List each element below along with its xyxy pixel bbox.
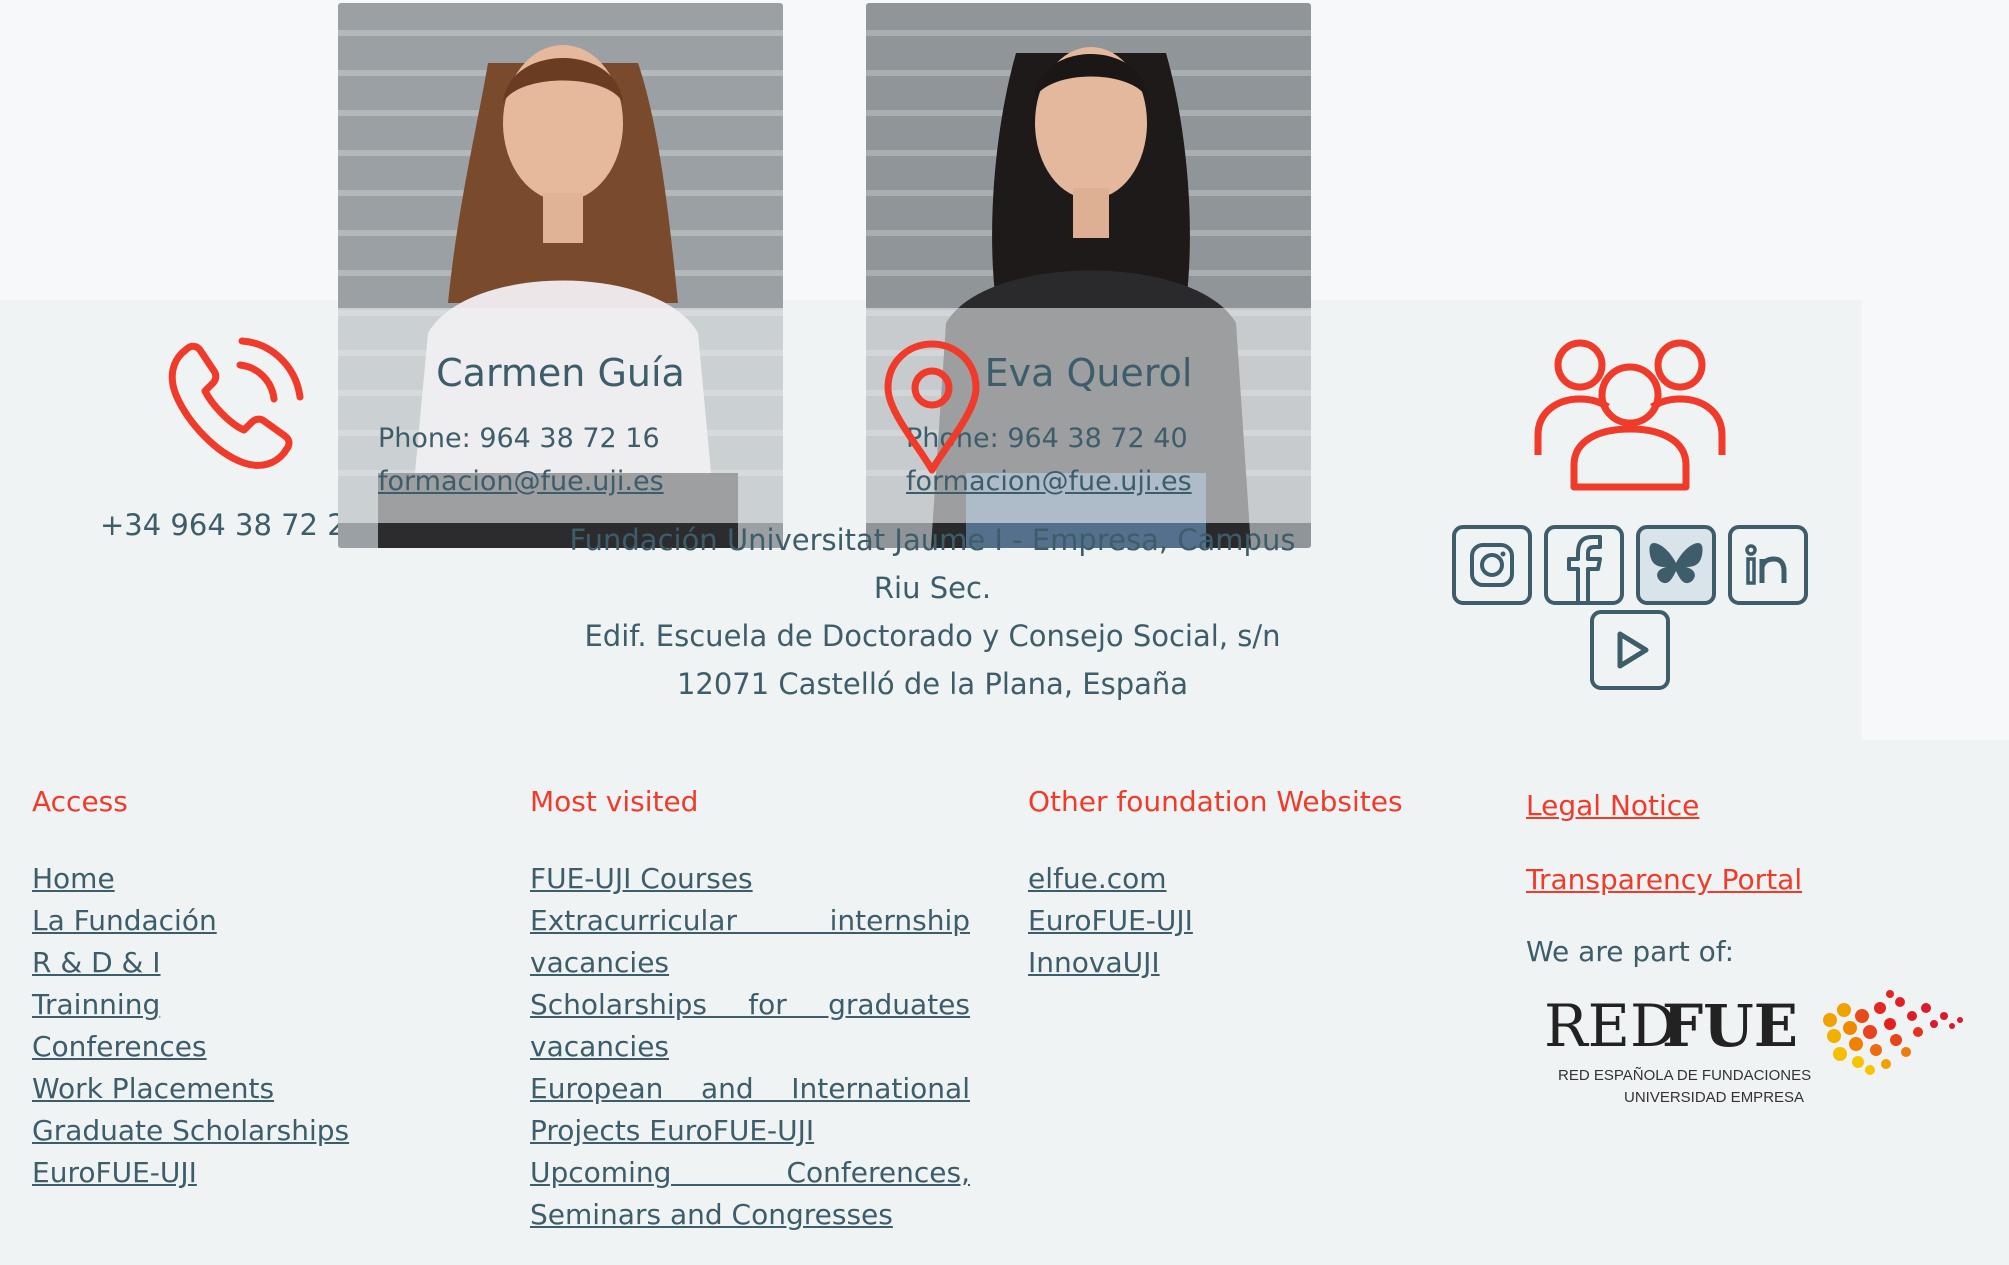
column-title: Other foundation Websites (1028, 785, 1403, 818)
phone-icon (168, 337, 304, 469)
footer-link-upcoming-conferences[interactable]: Upcoming Conferences, Seminars and Congr… (530, 1152, 970, 1236)
facebook-icon (1567, 535, 1602, 601)
footer-link-trainning[interactable]: Trainning (32, 984, 472, 1026)
footer-legal-column: Legal Notice Transparency Portal We are … (1526, 785, 1966, 988)
address-line: Edif. Escuela de Doctorado y Consejo Soc… (584, 619, 1281, 653)
footer-link-eurofue[interactable]: EuroFUE-UJI (1028, 900, 1468, 942)
address-line: Riu Sec. (873, 571, 992, 605)
contact-phone: Phone: 964 38 72 16 (378, 423, 660, 454)
contact-card: Carmen Guía Phone: 964 38 72 16 formacio… (338, 3, 783, 548)
people-group-icon (1534, 339, 1726, 491)
redfue-logo-link[interactable]: RED FUE RED ESPAÑOLA DE FUNDACIONES UNIV… (1540, 980, 1965, 1110)
bluesky-link[interactable] (1636, 525, 1716, 605)
legal-notice-link[interactable]: Legal Notice (1526, 785, 1966, 827)
youtube-link[interactable] (1590, 610, 1670, 690)
contact-email-link[interactable]: formacion@fue.uji.es (378, 466, 664, 497)
facebook-link[interactable] (1544, 525, 1624, 605)
footer-link-elfue[interactable]: elfue.com (1028, 858, 1468, 900)
redfue-subtitle-2: UNIVERSIDAD EMPRESA (1624, 1089, 1804, 1106)
footer-link-la-fundacion[interactable]: La Fundación (32, 900, 472, 942)
map-pin-icon (884, 340, 980, 474)
redfue-brand-b: FUE (1662, 992, 1798, 1060)
linkedin-link[interactable] (1728, 525, 1808, 605)
footer-link-internship-vacancies[interactable]: Extracurricular internship vacancies (530, 900, 970, 984)
instagram-link[interactable] (1452, 525, 1532, 605)
side-background (1862, 300, 2009, 740)
footer-link-rdi[interactable]: R & D & I (32, 942, 472, 984)
footer-link-eurofue-uji[interactable]: EuroFUE-UJI (32, 1152, 472, 1194)
footer-access-column: Access Home La Fundación R & D & I Train… (32, 785, 472, 1194)
footer-link-european-projects[interactable]: European and International Projects Euro… (530, 1068, 970, 1152)
transparency-portal-link[interactable]: Transparency Portal (1526, 859, 1966, 901)
address: Fundación Universitat Jaume I - Empresa,… (500, 516, 1365, 708)
address-line: Fundación Universitat Jaume I - Empresa,… (569, 523, 1296, 557)
youtube-icon (1617, 631, 1649, 669)
footer-link-graduate-scholarships[interactable]: Graduate Scholarships (32, 1110, 472, 1152)
footer-link-conferences[interactable]: Conferences (32, 1026, 472, 1068)
contact-phone-number: +34 964 38 72 22 (100, 508, 365, 542)
redfue-dots (1823, 990, 1963, 1075)
address-line: 12071 Castelló de la Plana, España (676, 667, 1189, 701)
footer-link-courses[interactable]: FUE-UJI Courses (530, 858, 970, 900)
redfue-brand-a: RED (1544, 992, 1677, 1060)
redfue-logo: RED FUE RED ESPAÑOLA DE FUNDACIONES UNIV… (1544, 990, 1963, 1106)
footer-link-work-placements[interactable]: Work Placements (32, 1068, 472, 1110)
contact-name: Carmen Guía (436, 351, 685, 395)
column-title: Most visited (530, 785, 699, 818)
footer-other-websites-column: Other foundation Websites elfue.com Euro… (1028, 785, 1468, 984)
bluesky-icon (1649, 543, 1703, 584)
footer-most-visited-column: Most visited FUE-UJI Courses Extracurric… (530, 785, 970, 1236)
contact-card-info: Carmen Guía Phone: 964 38 72 16 formacio… (338, 308, 783, 523)
footer-link-home[interactable]: Home (32, 858, 472, 900)
instagram-icon (1470, 543, 1514, 587)
footer-link-scholarships-vacancies[interactable]: Scholarships for graduates vacancies (530, 984, 970, 1068)
footer-link-innovauji[interactable]: InnovaUJI (1028, 942, 1468, 984)
redfue-subtitle-1: RED ESPAÑOLA DE FUNDACIONES (1558, 1067, 1811, 1084)
column-title: Access (32, 785, 128, 818)
part-of-label: We are part of: (1526, 935, 1735, 968)
linkedin-icon (1745, 544, 1787, 585)
